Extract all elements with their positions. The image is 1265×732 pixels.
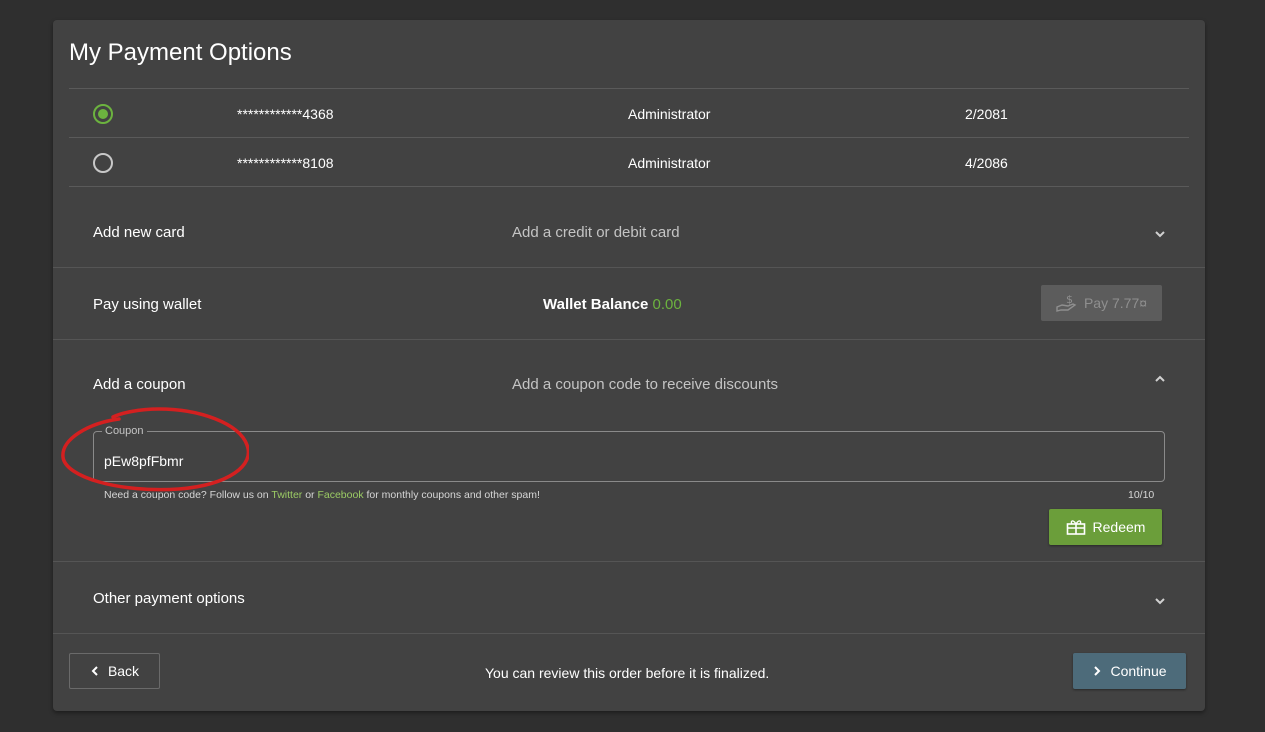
hint-text: or — [305, 489, 315, 501]
coupon-description: Add a coupon code to receive discounts — [512, 376, 779, 393]
saved-cards-list: ************4368 Administrator 2/2081 **… — [69, 88, 1189, 187]
hint-text: Need a coupon code? Follow us on — [104, 489, 269, 501]
add-card-label: Add new card — [93, 224, 185, 241]
coupon-field-label: Coupon — [102, 425, 147, 437]
coupon-label[interactable]: Add a coupon — [93, 376, 186, 393]
chevron-left-icon — [91, 666, 98, 676]
payment-options-card: My Payment Options ************4368 Admi… — [53, 20, 1205, 711]
chevron-up-icon[interactable] — [1153, 372, 1167, 386]
card-expiry: 2/2081 — [965, 106, 1008, 122]
add-card-description: Add a credit or debit card — [512, 224, 680, 241]
hint-text: for monthly coupons and other spam! — [366, 489, 540, 501]
card-radio-selected[interactable] — [93, 104, 113, 124]
hand-coin-icon: $ — [1056, 293, 1077, 312]
add-card-panel[interactable]: Add new card Add a credit or debit card — [53, 187, 1205, 267]
wallet-balance-label: Wallet Balance — [543, 296, 649, 313]
redeem-button[interactable]: Redeem — [1049, 509, 1162, 545]
other-options-label: Other payment options — [93, 590, 245, 607]
review-note: You can review this order before it is f… — [485, 665, 770, 681]
card-role: Administrator — [628, 106, 711, 122]
card-role: Administrator — [628, 155, 711, 171]
card-expiry: 4/2086 — [965, 155, 1008, 171]
coupon-input[interactable] — [104, 453, 704, 469]
gift-icon — [1066, 520, 1085, 535]
saved-card-row[interactable]: ************8108 Administrator 4/2086 — [69, 138, 1189, 187]
wallet-balance-value: 0.00 — [652, 296, 682, 313]
other-options-panel[interactable]: Other payment options — [53, 562, 1205, 633]
card-number: ************8108 — [237, 155, 334, 171]
pay-label: Pay 7.77¤ — [1083, 295, 1148, 311]
coupon-field[interactable]: Coupon — [93, 425, 1165, 482]
wallet-label: Pay using wallet — [93, 296, 202, 313]
card-radio[interactable] — [93, 153, 113, 173]
chevron-right-icon — [1094, 666, 1101, 676]
twitter-link[interactable]: Twitter — [271, 489, 302, 501]
coupon-hint: Need a coupon code? Follow us on Twitter… — [104, 489, 540, 501]
page-title: My Payment Options — [69, 39, 292, 66]
saved-card-row[interactable]: ************4368 Administrator 2/2081 — [69, 89, 1189, 138]
chevron-down-icon[interactable] — [1153, 227, 1167, 241]
pay-with-wallet-button[interactable]: $ Pay 7.77¤ — [1041, 285, 1162, 321]
redeem-label: Redeem — [1092, 519, 1146, 535]
back-label: Back — [107, 663, 140, 679]
card-number: ************4368 — [237, 106, 334, 122]
continue-label: Continue — [1110, 663, 1167, 679]
wallet-balance: Wallet Balance 0.00 — [543, 296, 682, 313]
divider — [53, 633, 1205, 634]
back-button[interactable]: Back — [69, 653, 160, 689]
character-counter: 10/10 — [1128, 489, 1155, 501]
chevron-down-icon[interactable] — [1153, 594, 1167, 608]
continue-button[interactable]: Continue — [1073, 653, 1186, 689]
facebook-link[interactable]: Facebook — [317, 489, 363, 501]
